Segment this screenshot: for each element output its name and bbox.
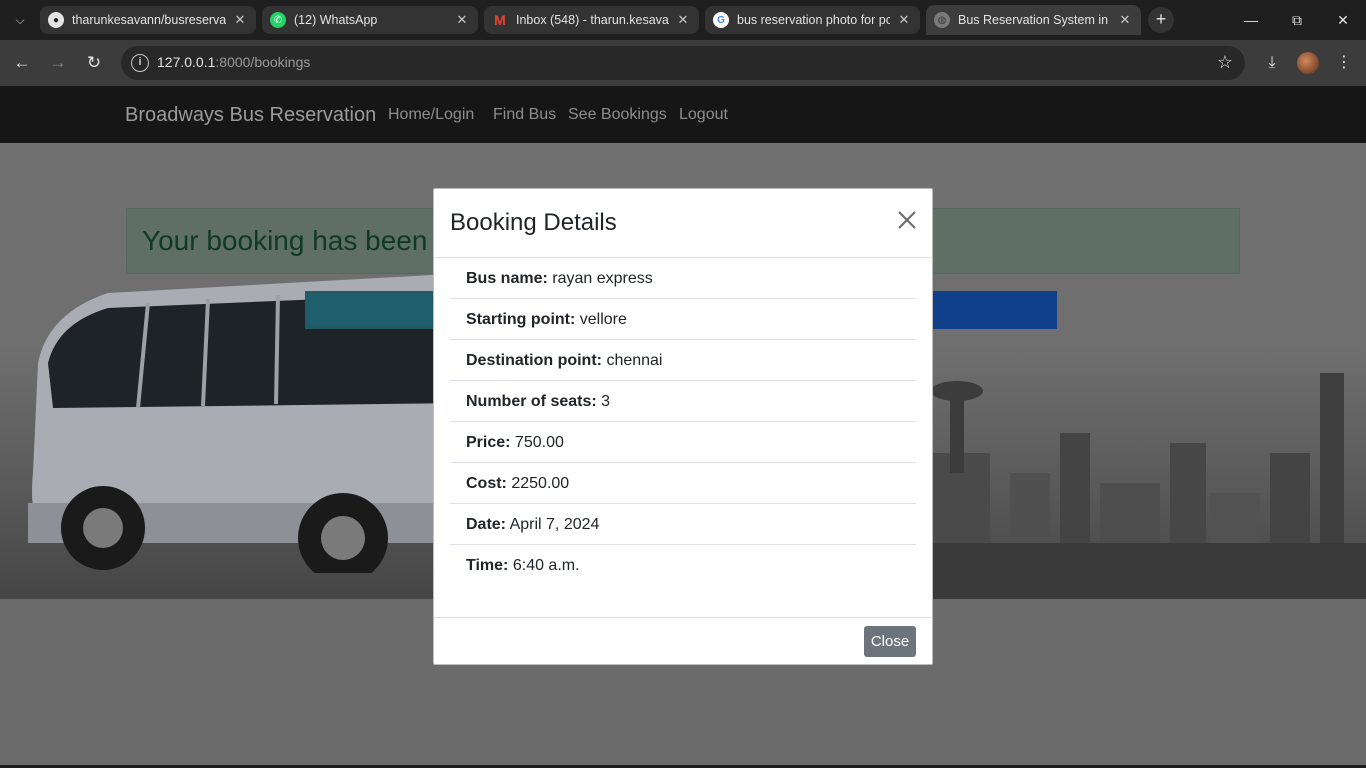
tab-close-icon[interactable]: ✕ <box>896 12 912 28</box>
browser-tab-whatsapp[interactable]: ✆ (12) WhatsApp ✕ <box>262 6 478 34</box>
back-arrow-icon[interactable]: ← <box>10 51 34 75</box>
modal-close-icon[interactable] <box>896 209 918 231</box>
browser-tab-github[interactable]: ● tharunkesavann/busreservati ✕ <box>40 6 256 34</box>
city-skyline-image <box>860 373 1366 599</box>
gmail-icon: M <box>494 12 506 28</box>
whatsapp-icon: ✆ <box>270 12 286 28</box>
globe-icon: ◍ <box>934 12 950 28</box>
browser-menu-icon[interactable]: ⋮ <box>1332 51 1356 75</box>
tab-search-chevron-icon[interactable]: ⌵ <box>8 8 32 32</box>
alert-message: Your booking has been <box>142 225 428 256</box>
detail-value: rayan express <box>552 270 653 287</box>
site-brand[interactable]: Broadways Bus Reservation <box>125 104 376 127</box>
detail-value: vellore <box>579 311 627 328</box>
modal-body: Bus name: rayan express Starting point: … <box>450 258 916 586</box>
new-tab-button[interactable]: + <box>1148 7 1174 33</box>
download-icon[interactable]: ⤓ <box>1260 51 1284 75</box>
detail-label: Starting point: <box>466 311 576 328</box>
modal-header: Booking Details <box>434 189 932 258</box>
github-icon: ● <box>48 12 64 28</box>
detail-value: 750.00 <box>514 434 564 451</box>
tab-title: tharunkesavann/busreservati <box>72 13 226 27</box>
browser-tab-strip: ⌵ ● tharunkesavann/busreservati ✕ ✆ (12)… <box>0 0 1366 40</box>
tab-close-icon[interactable]: ✕ <box>675 12 691 28</box>
tab-title: Inbox (548) - tharun.kesavan <box>516 13 669 27</box>
tab-close-icon[interactable]: ✕ <box>1117 12 1133 28</box>
detail-starting-point: Starting point: vellore <box>450 299 916 340</box>
google-icon: G <box>713 12 729 28</box>
profile-avatar[interactable] <box>1297 52 1319 74</box>
detail-cost: Cost: 2250.00 <box>450 463 916 504</box>
detail-bus-name: Bus name: rayan express <box>450 258 916 299</box>
detail-time: Time: 6:40 a.m. <box>450 545 916 586</box>
detail-value: 6:40 a.m. <box>512 557 580 574</box>
browser-toolbar: ← → ↻ i 127.0.0.1:8000/bookings ☆ ⤓ ⋮ <box>0 40 1366 86</box>
browser-tab-bus-reservation[interactable]: ◍ Bus Reservation System in D ✕ <box>926 5 1141 35</box>
reload-icon[interactable]: ↻ <box>82 51 106 75</box>
detail-label: Number of seats: <box>466 393 597 410</box>
detail-label: Destination point: <box>466 352 602 369</box>
address-bar[interactable]: i 127.0.0.1:8000/bookings ☆ <box>121 46 1245 80</box>
nav-link-find-bus[interactable]: Find Bus <box>493 106 556 124</box>
detail-label: Bus name: <box>466 270 548 287</box>
info-strip <box>305 291 435 329</box>
site-navbar: Broadways Bus Reservation Home/Login Fin… <box>0 86 1366 143</box>
detail-date: Date: April 7, 2024 <box>450 504 916 545</box>
detail-price: Price: 750.00 <box>450 422 916 463</box>
modal-footer: Close <box>434 617 932 664</box>
detail-value: April 7, 2024 <box>509 516 600 533</box>
close-button[interactable]: Close <box>864 626 916 657</box>
booking-details-modal: Booking Details Bus name: rayan express … <box>433 188 933 665</box>
minimize-window-icon[interactable]: — <box>1228 0 1274 40</box>
nav-link-see-bookings[interactable]: See Bookings <box>568 106 667 124</box>
tab-close-icon[interactable]: ✕ <box>454 12 470 28</box>
detail-value: 3 <box>601 393 611 410</box>
nav-link-logout[interactable]: Logout <box>679 106 728 124</box>
browser-tab-google[interactable]: G bus reservation photo for pc ✕ <box>705 6 920 34</box>
url-path: :8000/bookings <box>215 54 311 70</box>
nav-link-home-login[interactable]: Home/Login <box>388 106 474 124</box>
detail-label: Price: <box>466 434 511 451</box>
tab-title: Bus Reservation System in D <box>958 13 1111 27</box>
detail-value: 2250.00 <box>511 475 570 492</box>
tab-title: bus reservation photo for pc <box>737 13 890 27</box>
detail-label: Cost: <box>466 475 507 492</box>
tab-close-icon[interactable]: ✕ <box>232 12 248 28</box>
url-host: 127.0.0.1 <box>157 54 216 70</box>
forward-arrow-icon[interactable]: → <box>46 51 70 75</box>
action-strip <box>932 291 1057 329</box>
browser-tab-gmail[interactable]: M Inbox (548) - tharun.kesavan ✕ <box>484 6 699 34</box>
close-window-icon[interactable]: ✕ <box>1320 0 1366 40</box>
site-info-icon[interactable]: i <box>131 54 149 72</box>
detail-label: Date: <box>466 516 507 533</box>
address-url[interactable]: 127.0.0.1:8000/bookings <box>157 54 310 70</box>
detail-number-of-seats: Number of seats: 3 <box>450 381 916 422</box>
detail-value: chennai <box>606 352 663 369</box>
tab-title: (12) WhatsApp <box>294 13 378 27</box>
restore-window-icon[interactable]: ⧉ <box>1274 0 1320 40</box>
modal-title: Booking Details <box>450 209 617 236</box>
detail-destination-point: Destination point: chennai <box>450 340 916 381</box>
bookmark-star-icon[interactable]: ☆ <box>1217 52 1233 73</box>
detail-label: Time: <box>466 557 509 574</box>
